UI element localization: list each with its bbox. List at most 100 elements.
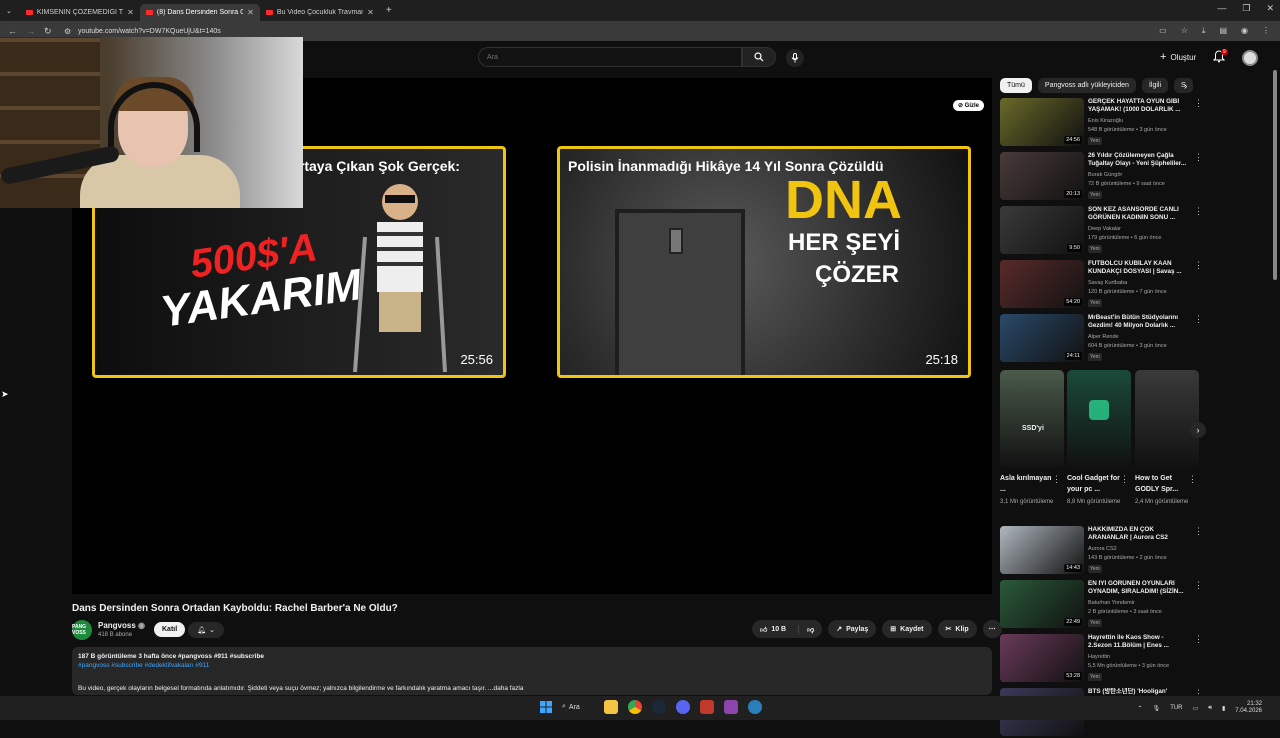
short-thumbnail[interactable] [1135, 370, 1199, 468]
page-scrollbar[interactable] [1272, 45, 1278, 695]
more-vertical-icon[interactable]: ⋮ [1188, 474, 1197, 485]
maximize-icon[interactable]: ❐ [1242, 3, 1250, 14]
clock[interactable]: 21:32 7.04.2026 [1235, 701, 1262, 715]
more-vertical-icon[interactable]: ⋮ [1120, 474, 1129, 485]
video-title[interactable]: MrBeast'in Bütün Stüdyolarını Gezdim! 40… [1088, 314, 1188, 330]
video-thumbnail[interactable]: 22:49 [1000, 580, 1084, 628]
voice-search-button[interactable] [786, 49, 804, 67]
channel-name[interactable]: Baturhan Yondemir [1088, 600, 1135, 606]
description-hashtags[interactable]: #pangvoss #subscribe #dedektifvakaları #… [78, 662, 986, 669]
network-app-icon[interactable] [748, 700, 762, 714]
recommended-video[interactable]: 9:50 SON KEZ ASANSÖRDE CANLI GÖRÜNEN KADI… [1000, 206, 1205, 256]
dislike-button[interactable]: 👎︎ [798, 624, 822, 634]
end-card-video-2[interactable]: DNA HER ŞEYİ ÇÖZER Polisin İnanmadığı Hi… [557, 146, 971, 378]
discord-icon[interactable] [676, 700, 690, 714]
subscription-bell-button[interactable]: 🔔︎ ⌄ [188, 622, 224, 638]
chrome-icon[interactable] [628, 700, 642, 714]
channel-name[interactable]: Pangvoss ◉ [98, 621, 145, 630]
like-button[interactable]: 👍︎ 10 B [752, 625, 794, 634]
short-title[interactable]: Cool Gadget for your pc ... [1067, 473, 1125, 495]
video-title[interactable]: EN İYİ GÖRÜNEN OYUNLARI OYNADIM, SIRALAD… [1088, 580, 1188, 596]
browser-tab-3[interactable]: Bu Video Çocukluk Travmamdı... ✕ [260, 4, 380, 21]
close-tab-icon[interactable]: ✕ [127, 8, 134, 17]
chip-all[interactable]: Tümü [1000, 78, 1032, 93]
more-vertical-icon[interactable]: ⋮ [1194, 580, 1203, 591]
close-tab-icon[interactable]: ✕ [367, 8, 374, 17]
chevron-up-icon[interactable]: ⌃ [1138, 705, 1143, 712]
close-window-icon[interactable]: ✕ [1266, 3, 1274, 14]
chevron-right-icon[interactable]: › [1184, 81, 1187, 92]
recommended-video[interactable]: 14:43 HAKKIMIZDA EN ÇOK ARANANLAR | Auror… [1000, 526, 1205, 576]
recommended-video[interactable]: 24:11 MrBeast'in Bütün Stüdyolarını Gezdi… [1000, 314, 1205, 364]
close-tab-icon[interactable]: ✕ [247, 8, 254, 17]
share-button[interactable]: ↗ Paylaş [828, 620, 877, 638]
video-thumbnail[interactable]: 24:11 [1000, 314, 1084, 362]
more-vertical-icon[interactable]: ⋮ [1194, 152, 1203, 163]
video-title[interactable]: BTS (방탄소년단) 'Hooligan' [1088, 688, 1188, 696]
join-button[interactable]: Katıl [154, 622, 186, 637]
recommended-video[interactable]: 53:28 Hayrettin ile Kaos Show - 2.Sezon 1… [1000, 634, 1205, 684]
windows-start-icon[interactable] [540, 701, 552, 713]
more-vertical-icon[interactable]: ⋮ [1194, 206, 1203, 217]
more-vertical-icon[interactable]: ⋮ [1194, 526, 1203, 537]
video-title[interactable]: SON KEZ ASANSÖRDE CANLI GÖRÜNEN KADININ … [1088, 206, 1188, 222]
microphone-icon[interactable]: 🎙︎ [1153, 705, 1161, 712]
more-vertical-icon[interactable]: ⋮ [1194, 98, 1203, 109]
channel-name[interactable]: Deep Vakalar [1088, 226, 1121, 232]
more-vertical-icon[interactable]: ⋮ [1194, 260, 1203, 271]
volume-icon[interactable]: 🔊︎ [1208, 705, 1212, 712]
save-button[interactable]: ⊞ Kaydet [882, 620, 932, 638]
language-indicator[interactable]: TUR [1170, 705, 1182, 711]
browser-menu-icon[interactable]: ⋮ [1262, 26, 1270, 36]
chip-from-uploader[interactable]: Pangvoss adlı yükleyiciden [1037, 78, 1136, 93]
bookmark-star-icon[interactable]: ☆ [1181, 26, 1188, 36]
video-title[interactable]: FUTBOLCU KUBİLAY KAAN KUNDAKÇI DOSYASI |… [1088, 260, 1188, 276]
extensions-icon[interactable]: ▤ [1219, 26, 1227, 36]
short-thumbnail[interactable] [1067, 370, 1131, 468]
media-app-icon[interactable] [724, 700, 738, 714]
file-explorer-icon[interactable] [604, 700, 618, 714]
more-vertical-icon[interactable]: ⋮ [1052, 474, 1061, 485]
video-title[interactable]: 26 Yıldır Çözülemeyen Çağla Tuğaltay Ola… [1088, 152, 1188, 168]
new-tab-icon[interactable]: + [386, 5, 392, 16]
channel-name[interactable]: Savaş Kurtbaba [1088, 280, 1127, 286]
video-thumbnail[interactable]: 9:50 [1000, 206, 1084, 254]
scrollbar-thumb[interactable] [1273, 70, 1277, 280]
chip-related[interactable]: İlgili [1141, 78, 1169, 93]
create-button[interactable]: + Oluştur [1160, 51, 1196, 63]
video-title[interactable]: GERÇEK HAYATTA OYUN GİBİ YAŞAMAK! (1000 … [1088, 98, 1188, 114]
account-avatar[interactable] [1242, 50, 1258, 66]
browser-tab-2[interactable]: (8) Dans Dersinden Sonra Ortad... ✕ [139, 3, 260, 21]
downloads-icon[interactable]: ⤓ [1202, 26, 1206, 36]
channel-name[interactable]: Aurora CS2 [1088, 546, 1117, 552]
minimize-icon[interactable]: — [1217, 3, 1226, 14]
recording-app-icon[interactable] [700, 700, 714, 714]
video-title[interactable]: HAKKIMIZDA EN ÇOK ARANANLAR | Aurora CS2 [1088, 526, 1188, 542]
recommended-video[interactable]: 24:56 GERÇEK HAYATTA OYUN GİBİ YAŞAMAK! (… [1000, 98, 1205, 148]
monitor-icon[interactable]: ▭ [1193, 705, 1199, 712]
site-info-icon[interactable]: ⚙ [64, 27, 71, 36]
video-thumbnail[interactable]: 20:13 [1000, 152, 1084, 200]
install-app-icon[interactable]: ▭ [1159, 26, 1167, 36]
more-vertical-icon[interactable]: ⋮ [1194, 314, 1203, 325]
short-title[interactable]: How to Get GODLY Spr... [1135, 473, 1193, 495]
search-input[interactable] [478, 47, 742, 67]
more-vertical-icon[interactable]: ⋮ [1194, 634, 1203, 645]
shorts-next-button[interactable]: › [1190, 422, 1206, 438]
hide-end-cards-button[interactable]: ⊘ Gizle [952, 100, 984, 111]
browser-tab-1[interactable]: KİMSENİN ÇÖZEMEDİĞİ TARİH... ✕ [20, 4, 140, 21]
profile-icon[interactable]: ◉ [1241, 26, 1248, 36]
short-thumbnail[interactable]: SSD'yi [1000, 370, 1064, 468]
channel-name[interactable]: Hayrettin [1088, 654, 1110, 660]
video-thumbnail[interactable]: 14:43 [1000, 526, 1084, 574]
reload-icon[interactable]: ↻ [44, 26, 52, 37]
url-field[interactable]: youtube.com/watch?v=DW7KQueUjU&t=140s [78, 28, 221, 35]
taskbar-search[interactable]: ⌕ Ara [562, 703, 594, 711]
recommended-video[interactable]: 54:20 FUTBOLCU KUBİLAY KAAN KUNDAKÇI DOSY… [1000, 260, 1205, 310]
forward-icon[interactable]: → [26, 26, 35, 36]
battery-icon[interactable]: ▮ [1222, 705, 1225, 712]
video-thumbnail[interactable]: 54:20 [1000, 260, 1084, 308]
channel-name[interactable]: Enis Kirazoğlu [1088, 118, 1123, 124]
steam-icon[interactable] [652, 700, 666, 714]
video-title[interactable]: Hayrettin ile Kaos Show - 2.Sezon 11.Böl… [1088, 634, 1188, 650]
